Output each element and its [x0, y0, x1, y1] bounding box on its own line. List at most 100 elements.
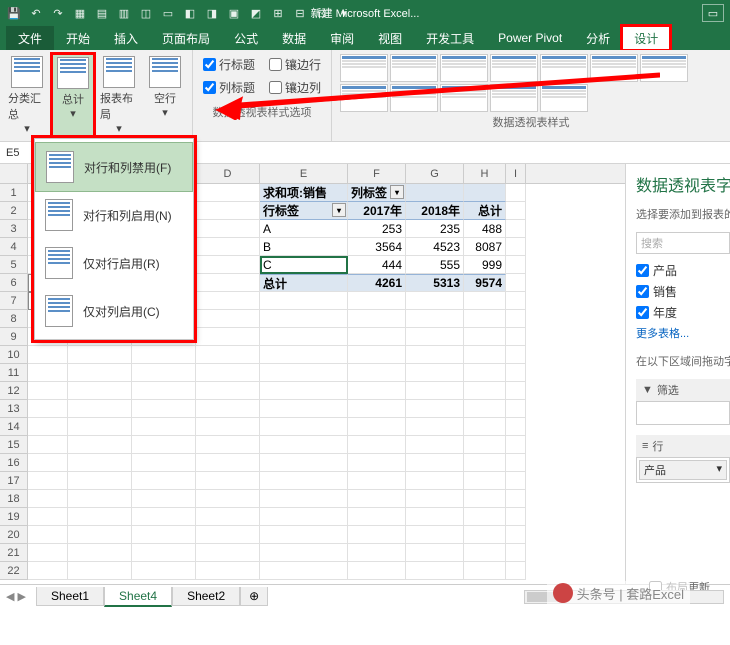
cell[interactable]	[28, 436, 68, 454]
cell[interactable]	[260, 364, 348, 382]
cell[interactable]	[132, 544, 196, 562]
cell[interactable]	[348, 418, 406, 436]
cell[interactable]	[348, 328, 406, 346]
cell[interactable]	[348, 508, 406, 526]
cell[interactable]	[406, 184, 464, 202]
cell[interactable]	[464, 184, 506, 202]
cell[interactable]	[406, 400, 464, 418]
cell[interactable]	[260, 490, 348, 508]
col-header[interactable]: H	[464, 164, 506, 183]
qat-icon[interactable]: ⊟	[292, 5, 308, 21]
cell[interactable]	[132, 436, 196, 454]
qat-icon[interactable]: ▥	[116, 5, 132, 21]
cell[interactable]	[196, 508, 260, 526]
row-header[interactable]: 7	[0, 292, 28, 310]
subtotals-button[interactable]: 分类汇总▾	[6, 54, 48, 137]
cell[interactable]	[260, 418, 348, 436]
cell[interactable]: 列标签▾	[348, 184, 406, 202]
cell[interactable]: 488	[464, 220, 506, 238]
col-header[interactable]: G	[406, 164, 464, 183]
qat-icon[interactable]: ◩	[248, 5, 264, 21]
menu-disable-rc[interactable]: 对行和列禁用(F)	[35, 142, 193, 192]
row-header[interactable]: 1	[0, 184, 28, 202]
cell[interactable]	[260, 328, 348, 346]
cell[interactable]	[348, 526, 406, 544]
save-icon[interactable]: 💾	[6, 5, 22, 21]
cell[interactable]: 444	[348, 256, 406, 274]
cell[interactable]	[68, 544, 132, 562]
cell[interactable]	[348, 382, 406, 400]
cell[interactable]	[196, 454, 260, 472]
cell[interactable]	[196, 562, 260, 580]
banded-cols-checkbox[interactable]: 镶边列	[269, 79, 321, 96]
row-header[interactable]: 15	[0, 436, 28, 454]
sheet-tab[interactable]: Sheet1	[36, 587, 104, 606]
cell[interactable]	[28, 418, 68, 436]
row-header[interactable]: 18	[0, 490, 28, 508]
cell[interactable]	[464, 400, 506, 418]
cell[interactable]: 总计	[464, 202, 506, 220]
cell[interactable]: 4261	[348, 274, 406, 292]
cell[interactable]: 求和项:销售	[260, 184, 348, 202]
cell[interactable]: 999	[464, 256, 506, 274]
cell[interactable]	[506, 328, 526, 346]
cell[interactable]: A	[260, 220, 348, 238]
cell[interactable]	[506, 364, 526, 382]
cell[interactable]	[68, 490, 132, 508]
sheet-nav[interactable]: ◀ ▶	[6, 590, 26, 603]
row-header[interactable]: 6	[0, 274, 28, 292]
tab-powerpivot[interactable]: Power Pivot	[486, 26, 574, 50]
cell[interactable]	[132, 400, 196, 418]
cell[interactable]	[196, 364, 260, 382]
cell[interactable]	[196, 544, 260, 562]
style-thumb[interactable]	[490, 54, 538, 82]
cell[interactable]	[132, 562, 196, 580]
cell[interactable]	[464, 526, 506, 544]
cell[interactable]	[464, 364, 506, 382]
cell[interactable]	[406, 436, 464, 454]
cell[interactable]: 8087	[464, 238, 506, 256]
cell[interactable]	[68, 418, 132, 436]
cell[interactable]	[196, 472, 260, 490]
row-header[interactable]: 5	[0, 256, 28, 274]
qat-icon[interactable]: ▦	[72, 5, 88, 21]
cell[interactable]	[506, 346, 526, 364]
cell[interactable]	[28, 400, 68, 418]
cell[interactable]	[506, 526, 526, 544]
cell[interactable]	[260, 400, 348, 418]
undo-icon[interactable]: ↶	[28, 5, 44, 21]
cell[interactable]	[196, 526, 260, 544]
col-header[interactable]: I	[506, 164, 526, 183]
row-header[interactable]: 10	[0, 346, 28, 364]
banded-rows-checkbox[interactable]: 镶边行	[269, 56, 321, 73]
cell[interactable]	[348, 310, 406, 328]
cell[interactable]	[506, 256, 526, 274]
cell[interactable]	[196, 292, 260, 310]
cell[interactable]	[68, 472, 132, 490]
cell[interactable]	[68, 346, 132, 364]
cell[interactable]	[196, 274, 260, 292]
qat-icon[interactable]: ◨	[204, 5, 220, 21]
cell[interactable]	[348, 346, 406, 364]
field-checkbox[interactable]: 年度	[636, 304, 730, 321]
cell[interactable]: 555	[406, 256, 464, 274]
cell[interactable]	[260, 292, 348, 310]
cell[interactable]	[406, 454, 464, 472]
cell[interactable]	[506, 544, 526, 562]
style-thumb[interactable]	[340, 84, 388, 112]
redo-icon[interactable]: ↷	[50, 5, 66, 21]
more-tables-link[interactable]: 更多表格...	[636, 325, 730, 341]
cell[interactable]	[464, 328, 506, 346]
cell[interactable]	[348, 436, 406, 454]
cell[interactable]: 235	[406, 220, 464, 238]
tab-design[interactable]: 设计	[622, 26, 670, 50]
cell[interactable]	[196, 256, 260, 274]
cell[interactable]	[196, 238, 260, 256]
cell[interactable]: 2017年	[348, 202, 406, 220]
cell[interactable]	[68, 562, 132, 580]
row-header[interactable]: 14	[0, 418, 28, 436]
cell[interactable]	[68, 364, 132, 382]
cell[interactable]	[506, 472, 526, 490]
cell[interactable]	[464, 562, 506, 580]
row-header[interactable]: 21	[0, 544, 28, 562]
